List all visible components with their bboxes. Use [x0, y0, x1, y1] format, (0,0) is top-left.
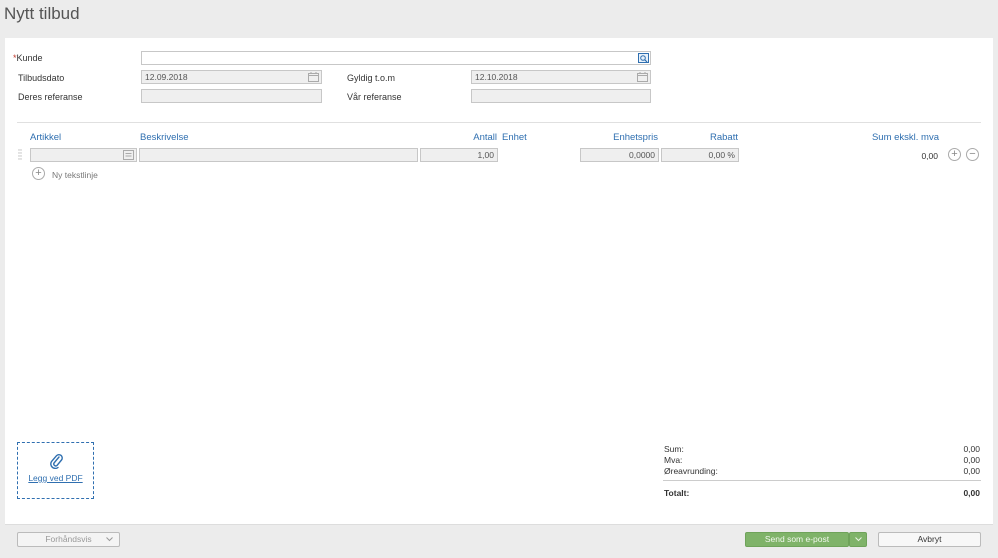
chevron-down-icon	[855, 537, 862, 542]
vat-value: 0,00	[963, 455, 980, 465]
customer-label: *Kunde	[13, 53, 43, 63]
column-sum: Sum ekskl. mva	[871, 132, 939, 143]
totals-divider	[663, 480, 981, 481]
page-title: Nytt tilbud	[4, 4, 80, 23]
valid-until-input[interactable]: 12.10.2018	[471, 70, 651, 84]
line-unit-price-input[interactable]: 0,0000	[580, 148, 659, 162]
our-reference-input[interactable]	[471, 89, 651, 103]
footer-divider	[5, 524, 993, 525]
drag-handle-icon[interactable]	[18, 149, 22, 161]
column-description: Beskrivelse	[140, 132, 189, 143]
calendar-icon[interactable]	[308, 72, 319, 82]
cancel-button[interactable]: Avbryt	[878, 532, 981, 547]
chevron-down-icon	[106, 537, 113, 542]
customer-label-text: Kunde	[16, 53, 43, 63]
send-email-button[interactable]: Send som e-post	[745, 532, 849, 547]
our-reference-label: Vår referanse	[347, 92, 402, 102]
offer-form-panel	[5, 38, 993, 524]
offer-date-input[interactable]: 12.09.2018	[141, 70, 322, 84]
total-value: 0,00	[963, 488, 980, 498]
offer-date-value: 12.09.2018	[145, 72, 188, 82]
preview-button[interactable]: Forhåndsvis	[17, 532, 120, 547]
sum-value: 0,00	[963, 444, 980, 454]
line-article-input[interactable]	[30, 148, 137, 162]
column-quantity: Antall	[473, 132, 497, 143]
add-text-line-link[interactable]: Ny tekstlinje	[52, 170, 98, 180]
offer-date-label: Tilbudsdato	[18, 73, 65, 83]
line-sum-value: 0,00	[921, 151, 938, 161]
line-discount-input[interactable]: 0,00 %	[661, 148, 739, 162]
divider	[17, 122, 981, 123]
line-description-input[interactable]	[139, 148, 418, 162]
add-line-icon[interactable]: +	[948, 148, 961, 161]
send-options-dropdown[interactable]	[849, 532, 867, 547]
calendar-icon[interactable]	[637, 72, 648, 82]
customer-input[interactable]	[141, 51, 651, 65]
column-unit-price: Enhetspris	[613, 132, 658, 143]
column-article: Artikkel	[30, 132, 62, 143]
customer-search-icon[interactable]	[638, 53, 649, 63]
column-unit: Enhet	[502, 132, 527, 143]
column-discount: Rabatt	[710, 132, 738, 143]
their-reference-input[interactable]	[141, 89, 322, 103]
valid-until-value: 12.10.2018	[475, 72, 518, 82]
add-text-line-icon[interactable]: +	[32, 167, 45, 180]
vat-label: Mva:	[664, 455, 683, 465]
remove-line-icon[interactable]: −	[966, 148, 979, 161]
total-label: Totalt:	[664, 488, 690, 498]
sum-label: Sum:	[664, 444, 684, 454]
preview-button-label: Forhåndsvis	[45, 534, 92, 544]
rounding-label: Øreavrunding:	[664, 466, 718, 476]
paperclip-icon	[50, 453, 63, 469]
attach-pdf-link[interactable]: Legg ved PDF	[17, 473, 94, 483]
their-reference-label: Deres referanse	[18, 92, 83, 102]
line-quantity-input[interactable]: 1,00	[420, 148, 498, 162]
valid-until-label: Gyldig t.o.m	[347, 73, 396, 83]
rounding-value: 0,00	[963, 466, 980, 476]
article-lookup-icon[interactable]	[123, 150, 134, 160]
attach-pdf-dropzone[interactable]	[17, 442, 94, 499]
